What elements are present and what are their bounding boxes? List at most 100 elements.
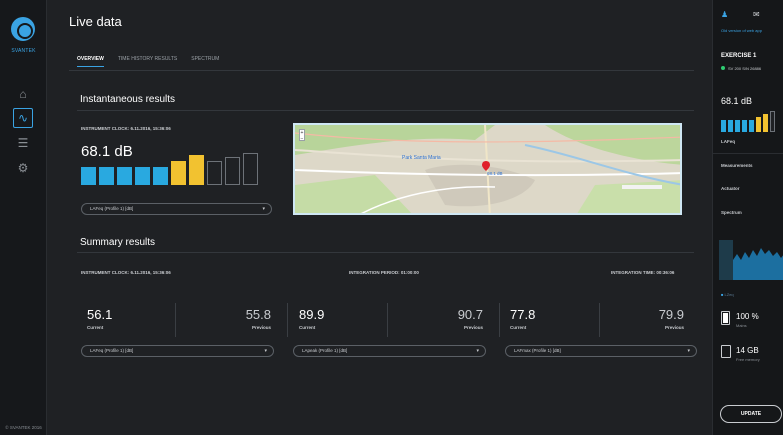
live-data-icon[interactable]: ∿ — [13, 108, 33, 128]
svantek-logo — [11, 17, 35, 41]
level-bar — [153, 167, 168, 185]
exercise-title: EXERCISE 1 — [721, 53, 757, 59]
level-bar — [243, 153, 258, 185]
metric-divider — [387, 303, 388, 337]
mini-level-bar — [728, 120, 733, 132]
settings-icon[interactable]: ⚙ — [13, 158, 33, 178]
battery-value: 100 % — [736, 312, 759, 321]
summary-results-title: Summary results — [80, 237, 156, 248]
metric-2-previous: 90.7 Previous — [429, 307, 483, 330]
metric-3-profile-dropdown[interactable]: LAFmax (Profile 1) [dB] ▾ — [505, 345, 697, 357]
map-zoom-controls[interactable]: + − — [299, 129, 305, 142]
spectrum-mini-chart — [719, 240, 783, 280]
instantaneous-profile-dropdown[interactable]: LAFeq (Profile 1) [dB] ▾ — [81, 203, 272, 215]
notification-icon[interactable]: ✉ — [753, 10, 760, 19]
metric-current-value: 56.1 — [87, 307, 113, 322]
level-bar — [171, 161, 186, 185]
map-marker-icon[interactable] — [482, 158, 490, 171]
map-marker-label: 68.1 dB — [487, 171, 503, 176]
metric-divider — [175, 303, 176, 337]
tab-time-history-results[interactable]: TIME HISTORY RESULTS — [118, 56, 177, 67]
copyright: © SVANTEK 2016 — [5, 425, 42, 430]
mini-level-bar — [756, 117, 761, 132]
page-title: Live data — [69, 14, 122, 29]
metric-current-value: 77.8 — [510, 307, 536, 322]
metric-2-profile-dropdown[interactable]: LApeak (Profile 1) [dB] ▾ — [293, 345, 486, 357]
metric-3-previous: 79.9 Previous — [630, 307, 684, 330]
metric-2-current: 89.9 Current — [299, 307, 324, 330]
battery-label: Mains — [736, 323, 747, 328]
level-bar — [99, 167, 114, 185]
status-dot-icon — [721, 66, 725, 70]
mini-level-bar — [735, 120, 740, 132]
metric-previous-label: Previous — [664, 325, 684, 330]
chevron-down-icon: ▾ — [476, 348, 479, 354]
tab-divider — [69, 70, 694, 71]
level-bar — [117, 167, 132, 185]
level-bar — [81, 167, 96, 185]
summary-clock-label: INSTRUMENT CLOCK: 6.11.2016, 15:36:06 — [81, 270, 171, 275]
metric-current-label: Current — [510, 325, 527, 330]
level-bar — [225, 157, 240, 185]
tab-bar: OVERVIEW TIME HISTORY RESULTS SPECTRUM — [77, 56, 219, 67]
chevron-down-icon: ▾ — [262, 206, 265, 212]
dropdown-value: LAFmax (Profile 1) [dB] — [514, 348, 561, 353]
device-status: SV 200 S/N 26886 — [721, 66, 761, 71]
user-icon[interactable]: ♟ — [721, 10, 728, 19]
mini-level-bar — [749, 120, 754, 132]
metric-current-value: 89.9 — [299, 307, 325, 322]
device-level-meter — [721, 110, 781, 132]
menu-actuator[interactable]: Actuator — [721, 186, 740, 191]
metric-current-label: Current — [87, 325, 104, 330]
metric-previous-label: Previous — [251, 325, 271, 330]
level-bar — [207, 161, 222, 185]
main-content: Live data OVERVIEW TIME HISTORY RESULTS … — [47, 0, 712, 435]
list-icon[interactable]: ☰ — [13, 133, 33, 153]
metric-previous-label: Previous — [463, 325, 483, 330]
metric-1-current: 56.1 Current — [87, 307, 112, 330]
metric-divider — [599, 303, 600, 337]
instantaneous-results-title: Instantaneous results — [80, 94, 176, 105]
update-button[interactable]: UPDATE — [720, 405, 782, 423]
memory-card-icon — [721, 345, 731, 358]
menu-measurements[interactable]: Measurements — [721, 163, 753, 168]
metric-divider — [499, 303, 500, 337]
integration-time-label: INTEGRATION TIME: 00:36:06 — [611, 270, 675, 275]
level-bar — [135, 167, 150, 185]
brand-name: SVANTEK — [11, 48, 36, 54]
menu-spectrum[interactable]: Spectrum — [721, 210, 742, 215]
location-map[interactable]: + − Park Santa Maria 68.1 dB — [293, 123, 682, 215]
device-unit: LAFeq — [721, 139, 735, 144]
spectrum-legend: ■ LZeq — [721, 292, 734, 297]
mini-level-bar — [763, 114, 768, 132]
mini-level-bar — [770, 111, 775, 132]
mini-level-bar — [742, 120, 747, 132]
memory-label: Free memory — [736, 357, 760, 362]
metric-1-profile-dropdown[interactable]: LAFeq (Profile 1) [dB] ▾ — [81, 345, 274, 357]
battery-icon — [721, 311, 730, 325]
metric-previous-value: 55.8 — [245, 307, 271, 322]
home-icon[interactable]: ⌂ — [13, 84, 33, 104]
metric-divider — [287, 303, 288, 337]
chevron-down-icon: ▾ — [687, 348, 690, 354]
dropdown-value: LAFeq (Profile 1) [dB] — [90, 206, 134, 211]
dropdown-value: LApeak (Profile 1) [dB] — [302, 348, 348, 353]
map-place-label: Park Santa Maria — [402, 155, 441, 161]
section-divider — [77, 110, 694, 111]
old-version-link[interactable]: Old version of web app — [721, 28, 762, 33]
device-value: 68.1 dB — [721, 96, 753, 106]
device-panel: ♟ ✉ Old version of web app EXERCISE 1 SV… — [712, 0, 783, 435]
integration-period-label: INTEGRATION PERIOD: 01:00:00 — [349, 270, 419, 275]
metric-current-label: Current — [299, 325, 316, 330]
level-meter — [81, 145, 258, 185]
dropdown-value: LAFeq (Profile 1) [dB] — [90, 348, 134, 353]
tab-overview[interactable]: OVERVIEW — [77, 56, 104, 67]
zoom-out-button[interactable]: − — [301, 136, 304, 142]
divider — [713, 153, 783, 154]
metric-previous-value: 79.9 — [658, 307, 684, 322]
left-navigation: SVANTEK ⌂ ∿ ☰ ⚙ © SVANTEK 2016 — [0, 0, 47, 435]
instrument-clock-label: INSTRUMENT CLOCK: 6.11.2016, 15:36:06 — [81, 126, 171, 131]
tab-spectrum[interactable]: SPECTRUM — [191, 56, 219, 67]
device-serial: SV 200 S/N 26886 — [728, 66, 762, 71]
chevron-down-icon: ▾ — [264, 348, 267, 354]
